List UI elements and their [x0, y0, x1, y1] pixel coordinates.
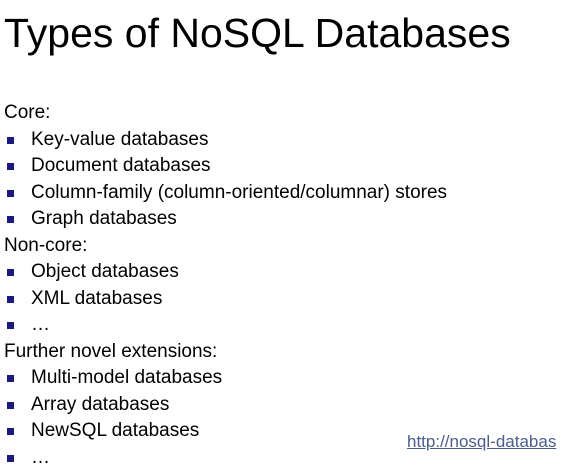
list-item: Array databases	[4, 392, 575, 419]
list-item-label: XML databases	[31, 287, 163, 309]
section-heading-further-extensions: Further novel extensions:	[4, 340, 218, 362]
list-item-label: Array databases	[31, 393, 170, 415]
list-item: Key-value databases	[4, 127, 575, 154]
square-bullet-icon	[7, 189, 14, 197]
source-link[interactable]: http://nosql-databas	[407, 431, 575, 453]
list-item: Graph databases	[4, 206, 575, 233]
square-bullet-icon	[7, 375, 14, 382]
list-item: Column-family (column-oriented/columnar)…	[4, 180, 575, 207]
list-item-label: Graph databases	[31, 208, 177, 229]
list-item: …	[4, 312, 575, 339]
list-item-label: Object databases	[31, 261, 179, 282]
section-heading-core: Core:	[4, 102, 51, 123]
list-item: Document databases	[4, 153, 575, 180]
list-item-label: Key-value databases	[31, 128, 209, 150]
square-bullet-icon	[7, 401, 14, 409]
square-bullet-icon	[7, 428, 14, 435]
list-item: Object databases	[4, 259, 575, 286]
list-item-label: NewSQL databases	[31, 420, 200, 441]
slide-title: Types of NoSQL Databases	[4, 10, 511, 56]
square-bullet-icon	[7, 136, 14, 144]
square-bullet-icon	[7, 269, 14, 276]
list-item-label: Document databases	[31, 155, 211, 176]
list-item-label: Multi-model databases	[31, 367, 223, 388]
slide-content: Core: Key-value databases Document datab…	[4, 100, 575, 471]
square-bullet-icon	[7, 216, 14, 223]
square-bullet-icon	[7, 295, 14, 303]
list-item: Multi-model databases	[4, 365, 575, 392]
section-heading-non-core: Non-core:	[4, 234, 88, 256]
list-item-label: Column-family (column-oriented/columnar)…	[31, 181, 448, 203]
square-bullet-icon	[7, 163, 14, 170]
list-item-label: …	[31, 446, 50, 468]
square-bullet-icon	[7, 454, 14, 462]
square-bullet-icon	[7, 322, 14, 329]
list-item: XML databases	[4, 286, 575, 313]
list-item-label: …	[31, 314, 50, 335]
